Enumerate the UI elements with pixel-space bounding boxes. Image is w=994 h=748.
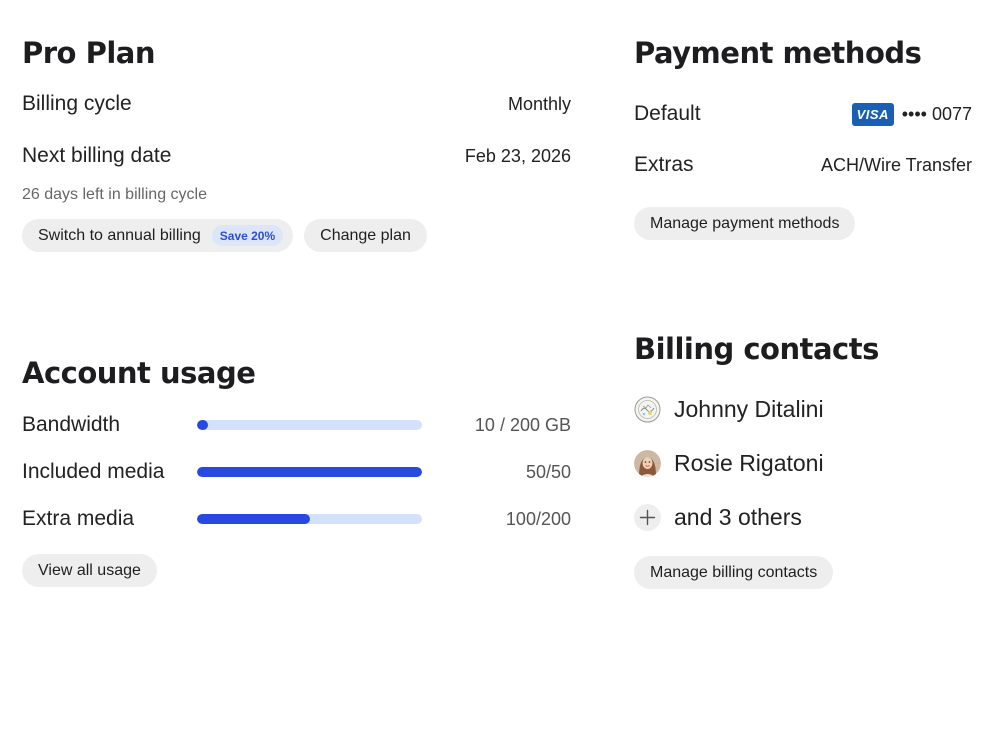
billing-cycle-label: Billing cycle [22, 92, 132, 115]
contact-item: Johnny Ditalini [634, 394, 972, 424]
more-contacts-item[interactable]: and 3 others [634, 502, 972, 532]
billing-cycle-value: Monthly [507, 93, 571, 114]
contact-item: Rosie Rigatoni [634, 448, 972, 478]
usage-row: Extra media 100/200 [22, 504, 571, 534]
usage-progress-bar [197, 467, 422, 477]
contact-name: Rosie Rigatoni [674, 449, 824, 476]
usage-label: Extra media [22, 507, 135, 530]
default-card: VISA •••• 0077 [851, 102, 972, 126]
usage-value: 50/50 [525, 461, 571, 482]
manage-billing-contacts-button[interactable]: Manage billing contacts [634, 556, 834, 589]
default-payment-label: Default [634, 102, 701, 125]
usage-label: Bandwidth [22, 413, 121, 436]
next-billing-value: Feb 23, 2026 [464, 145, 571, 166]
contact-name: Johnny Ditalini [674, 395, 824, 422]
usage-progress-fill [197, 514, 310, 524]
more-contacts-label: and 3 others [674, 503, 802, 530]
plus-icon [634, 503, 661, 531]
usage-list: Bandwidth 10 / 200 GB Included media 50/… [22, 410, 571, 534]
usage-progress-bar [197, 514, 422, 524]
payment-methods-title: Payment methods [634, 36, 922, 70]
default-payment-row: Default VISA •••• 0077 [634, 99, 972, 129]
contact-list: Johnny Ditalini Rosie Rigatoni and 3 oth… [634, 394, 972, 532]
extras-payment-row: Extras ACH/Wire Transfer [634, 150, 972, 180]
card-number: •••• 0077 [901, 103, 972, 124]
days-left-text: 26 days left in billing cycle [22, 186, 207, 203]
switch-annual-billing-button[interactable]: Switch to annual billing Save 20% [22, 219, 294, 252]
usage-progress-fill [197, 467, 422, 477]
usage-row: Bandwidth 10 / 200 GB [22, 410, 571, 440]
usage-actions: View all usage [22, 554, 571, 587]
plan-actions: Switch to annual billing Save 20% Change… [22, 219, 571, 252]
save-badge: Save 20% [211, 225, 284, 246]
extras-value: ACH/Wire Transfer [820, 154, 972, 175]
photo-avatar-icon [634, 449, 661, 477]
account-usage-title: Account usage [22, 356, 256, 390]
usage-value: 100/200 [505, 508, 571, 529]
usage-label: Included media [22, 460, 165, 483]
pro-plan-section: Pro Plan Billing cycle Monthly Next bill… [22, 34, 571, 252]
billing-contacts-title: Billing contacts [634, 332, 879, 366]
usage-value: 10 / 200 GB [474, 414, 571, 435]
manage-payment-methods-button[interactable]: Manage payment methods [634, 207, 856, 240]
usage-row: Included media 50/50 [22, 457, 571, 487]
account-usage-section: Account usage Bandwidth 10 / 200 GB Incl… [22, 354, 571, 587]
payment-methods-section: Payment methods Default VISA •••• 0077 E… [634, 34, 972, 240]
sketch-avatar-icon [634, 396, 661, 423]
view-all-usage-button[interactable]: View all usage [22, 554, 157, 587]
visa-icon: VISA [851, 102, 894, 126]
next-billing-row: Next billing date Feb 23, 2026 [22, 141, 571, 171]
billing-contacts-section: Billing contacts Johnny Ditalini Rosie R… [634, 330, 972, 589]
usage-progress-fill [197, 420, 209, 430]
usage-progress-bar [197, 420, 422, 430]
extras-label: Extras [634, 153, 694, 176]
change-plan-button[interactable]: Change plan [304, 219, 427, 252]
switch-annual-billing-label: Switch to annual billing [38, 226, 201, 244]
payment-actions: Manage payment methods [634, 207, 972, 240]
billing-cycle-row: Billing cycle Monthly [22, 89, 571, 119]
next-billing-label: Next billing date [22, 144, 172, 167]
contacts-actions: Manage billing contacts [634, 556, 972, 589]
pro-plan-title: Pro Plan [22, 36, 156, 70]
